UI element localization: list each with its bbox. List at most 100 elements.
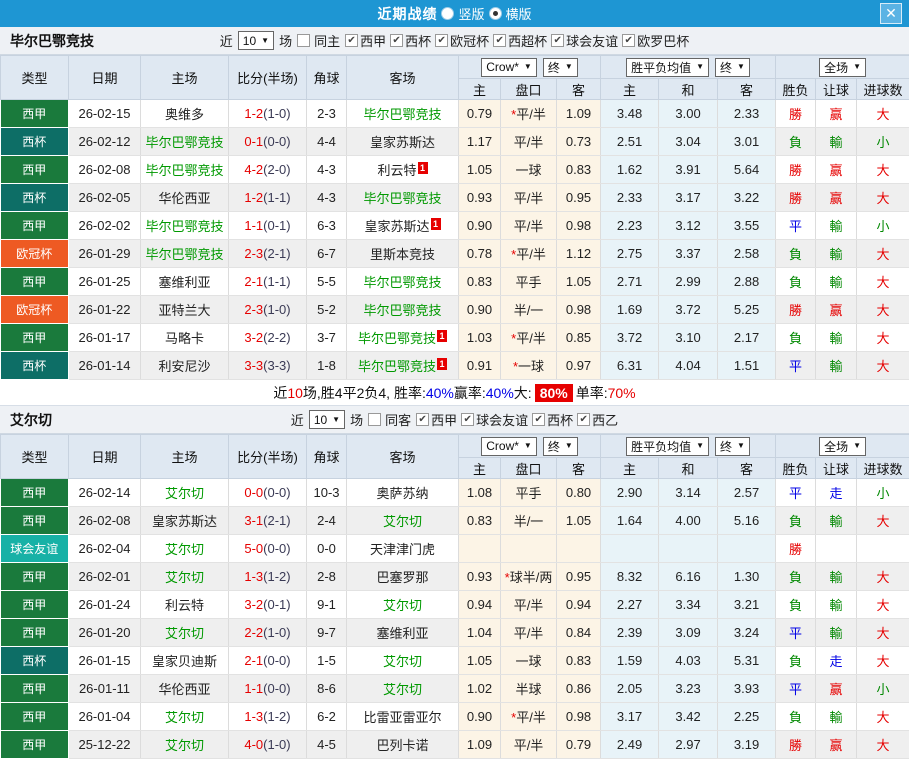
scope-select[interactable]: 全场▼ — [819, 437, 866, 456]
fulltime-score: 4-2 — [244, 162, 263, 177]
odds-home: 1.08 — [459, 479, 501, 507]
bookmaker-select[interactable]: Crow*▼ — [481, 437, 537, 456]
home-team-label: 马略卡 — [165, 331, 204, 346]
match-row: 欧冠杯26-01-29毕尔巴鄂竞技2-3(2-1)6-7里斯本竞技0.78*平/… — [1, 240, 909, 268]
halftime-score: (1-1) — [263, 274, 290, 289]
avg-win: 3.17 — [601, 703, 659, 731]
odds-home: 0.91 — [459, 352, 501, 380]
league-filter[interactable]: 球会友谊 — [461, 410, 528, 429]
match-row: 西甲26-02-15奥维多1-2(1-0)2-3毕尔巴鄂竞技0.79*平/半1.… — [1, 100, 909, 128]
match-type: 西甲 — [1, 563, 69, 591]
avg-lose: 2.33 — [718, 100, 776, 128]
same-venue-filter[interactable]: 同主 — [297, 31, 340, 50]
fulltime-score: 1-1 — [244, 681, 263, 696]
handicap: *平/半 — [501, 324, 557, 352]
same-venue-filter[interactable]: 同客 — [368, 410, 411, 429]
col-score: 比分(半场) — [229, 435, 307, 479]
avg-win: 3.72 — [601, 324, 659, 352]
col-avg-lose: 客 — [718, 79, 776, 100]
home-team: 艾尔切 — [141, 731, 229, 759]
result: 勝 — [776, 156, 816, 184]
checkbox-icon[interactable] — [368, 413, 381, 426]
away-team-label: 奥萨苏纳 — [376, 486, 428, 501]
home-team-label: 华伦西亚 — [158, 191, 210, 206]
checkbox-icon[interactable] — [577, 413, 590, 426]
avg-draw: 3.14 — [659, 479, 718, 507]
match-type: 西甲 — [1, 731, 69, 759]
checkbox-icon[interactable] — [390, 34, 403, 47]
match-row: 西甲26-01-25塞维利亚2-1(1-1)5-5毕尔巴鄂竞技0.83平手1.0… — [1, 268, 909, 296]
avg-odds-select[interactable]: 胜平负均值▼ — [626, 58, 709, 77]
col-avg-draw: 和 — [659, 458, 718, 479]
col-away: 客场 — [347, 435, 459, 479]
match-date: 26-02-14 — [69, 479, 141, 507]
handicap: 平/半 — [501, 212, 557, 240]
score: 1-1(0-1) — [229, 212, 307, 240]
odds-away: 0.94 — [557, 591, 601, 619]
scope-select[interactable]: 全场▼ — [819, 58, 866, 77]
col-handicap-result: 让球 — [816, 458, 857, 479]
goals-result: 小 — [857, 212, 909, 240]
checkbox-icon[interactable] — [532, 413, 545, 426]
handicap-result: 輸 — [816, 268, 857, 296]
match-row: 西甲26-01-11华伦西亚1-1(0-0)8-6艾尔切1.02半球0.862.… — [1, 675, 909, 703]
away-team-label: 巴塞罗那 — [376, 570, 428, 585]
league-filter[interactable]: 西杯 — [532, 410, 573, 429]
league-filter[interactable]: 欧冠杯 — [435, 31, 489, 50]
away-team: 天津津门虎 — [347, 535, 459, 563]
radio-horizontal[interactable] — [489, 7, 502, 20]
col-goals-result: 进球数 — [857, 458, 909, 479]
col-date: 日期 — [69, 435, 141, 479]
col-home: 主场 — [141, 435, 229, 479]
league-filter[interactable]: 球会友谊 — [551, 31, 618, 50]
score: 5-0(0-0) — [229, 535, 307, 563]
avg-draw: 6.16 — [659, 563, 718, 591]
checkbox-icon[interactable] — [493, 34, 506, 47]
match-date: 26-02-05 — [69, 184, 141, 212]
avg-odds-select[interactable]: 胜平负均值▼ — [626, 437, 709, 456]
odds-time-select[interactable]: 终▼ — [543, 58, 578, 77]
league-filter[interactable]: 西杯 — [390, 31, 431, 50]
recent-count-select[interactable]: 10▼ — [309, 410, 345, 429]
checkbox-icon[interactable] — [435, 34, 448, 47]
scope-group: 全场▼ — [776, 56, 909, 79]
away-team: 毕尔巴鄂竞技 — [347, 184, 459, 212]
league-filter[interactable]: 西乙 — [577, 410, 618, 429]
goals-result: 大 — [857, 240, 909, 268]
match-type: 西甲 — [1, 479, 69, 507]
league-filter[interactable]: 西甲 — [416, 410, 457, 429]
match-type: 西甲 — [1, 324, 69, 352]
home-team-label: 艾尔切 — [165, 738, 204, 753]
away-team: 艾尔切 — [347, 507, 459, 535]
odds-home: 1.04 — [459, 619, 501, 647]
handicap: *平/半 — [501, 703, 557, 731]
corner-score: 4-3 — [307, 184, 347, 212]
bookmaker-select[interactable]: Crow*▼ — [481, 58, 537, 77]
score: 1-1(0-0) — [229, 675, 307, 703]
handicap: 半/一 — [501, 296, 557, 324]
score: 0-0(0-0) — [229, 479, 307, 507]
summary-segment: 10 — [287, 385, 303, 401]
avg-time-select[interactable]: 终▼ — [715, 437, 750, 456]
recent-count-select[interactable]: 10▼ — [238, 31, 274, 50]
away-team: 巴列卡诺 — [347, 731, 459, 759]
score: 0-1(0-0) — [229, 128, 307, 156]
checkbox-icon[interactable] — [622, 34, 635, 47]
checkbox-icon[interactable] — [345, 34, 358, 47]
league-filter[interactable]: 西甲 — [345, 31, 386, 50]
home-team-label: 利云特 — [165, 598, 204, 613]
checkbox-icon[interactable] — [551, 34, 564, 47]
avg-time-select[interactable]: 终▼ — [715, 58, 750, 77]
checkbox-icon[interactable] — [461, 413, 474, 426]
league-filter[interactable]: 西超杯 — [493, 31, 547, 50]
fulltime-score: 3-2 — [244, 597, 263, 612]
close-button[interactable]: ✕ — [880, 3, 902, 24]
handicap: 半球 — [501, 675, 557, 703]
checkbox-icon[interactable] — [416, 413, 429, 426]
radio-vertical[interactable] — [441, 7, 454, 20]
corner-score: 2-4 — [307, 507, 347, 535]
avg-lose: 1.30 — [718, 563, 776, 591]
odds-time-select[interactable]: 终▼ — [543, 437, 578, 456]
checkbox-icon[interactable] — [297, 34, 310, 47]
league-filter[interactable]: 欧罗巴杯 — [622, 31, 689, 50]
